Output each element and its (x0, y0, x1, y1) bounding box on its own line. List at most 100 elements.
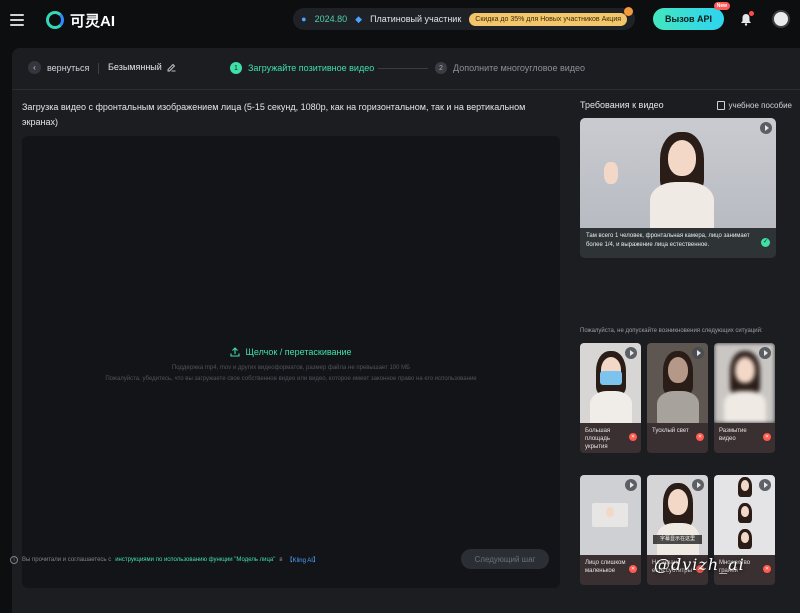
notification-dot (749, 11, 754, 16)
step-1: 1 Загружайте позитивное видео (230, 62, 374, 74)
member-level: Платиновый участник (370, 14, 462, 24)
good-example-image (580, 118, 776, 228)
face-shape (606, 507, 614, 517)
tutorial-link[interactable]: учебное пособие (716, 100, 792, 110)
back-label: вернуться (47, 62, 90, 73)
face-shape (668, 489, 688, 515)
bad-example-image (647, 343, 708, 423)
terms-footer: i Вы прочитали и соглашаетесь с инструкц… (10, 555, 319, 564)
close-icon: ✕ (629, 433, 637, 441)
upload-icon (230, 347, 240, 357)
step-connector (378, 68, 428, 69)
good-example-card: Там всего 1 человек, фронтальная камера,… (580, 118, 776, 258)
close-icon: ✕ (763, 433, 771, 441)
face-shape (741, 532, 749, 543)
step-1-label: Загружайте позитивное видео (248, 63, 375, 73)
avoid-title: Пожалуйста, не допускайте возникновения … (580, 328, 763, 334)
logo-text: 可灵AI (70, 12, 116, 30)
terms-prefix: Вы прочитали и соглашаетесь с (22, 556, 112, 563)
bad-example-image (580, 343, 641, 423)
upload-hint-line-2: Пожалуйста, убедитесь, что вы загружаете… (105, 376, 477, 382)
requirements-section: Требования к видео учебное пособие Там в… (580, 100, 792, 585)
waving-hand-shape (604, 162, 618, 184)
bad-example-card: Тусклый свет ✕ (647, 343, 708, 453)
logo[interactable]: 可灵AI (46, 10, 115, 31)
main-panel: ‹ вернуться Безымянный 1 Загружайте пози… (12, 48, 800, 613)
bad-examples-grid: Большая площадь укрытия ✕ Тусклый свет ✕ (580, 343, 780, 585)
close-icon: ✕ (629, 565, 637, 573)
diamond-icon: ◆ (355, 13, 363, 24)
step-2: 2 Дополните многоугловое видео (435, 62, 585, 74)
step-2-label: Дополните многоугловое видео (453, 63, 586, 73)
bad-example-label: Тусклый свет (652, 428, 689, 434)
play-icon[interactable] (625, 347, 637, 359)
upload-cta[interactable]: Щелчок / перетаскивание (230, 347, 352, 357)
logo-mark-icon (46, 11, 64, 29)
bad-example-caption: Тусклый свет ✕ (647, 423, 708, 453)
bad-example-image (714, 475, 775, 555)
upload-section: Загрузка видео с фронтальным изображение… (22, 100, 562, 588)
face-shape (668, 357, 688, 383)
notification-bell-icon[interactable] (736, 9, 756, 29)
shirt-shape (650, 182, 714, 228)
upload-description: Загрузка видео с фронтальным изображение… (22, 102, 526, 127)
play-icon[interactable] (625, 479, 637, 491)
terms-middle: в (279, 556, 283, 563)
api-button-label: Вызов API (665, 14, 712, 24)
upload-hint: Поддержка mp4, mov и других видеоформато… (105, 363, 476, 385)
good-example-text: Там всего 1 человек, фронтальная камера,… (586, 233, 750, 248)
bad-example-label: Большая площадь укрытия (585, 428, 611, 450)
bad-example-image (580, 475, 641, 555)
top-right-controls: ● 2024.80 ◆ Платиновый участник Скидка д… (293, 2, 790, 30)
top-bar: 可灵AI ● 2024.80 ◆ Платиновый участник Ски… (0, 0, 800, 40)
shirt-shape (657, 391, 699, 423)
face-shape (741, 480, 749, 491)
info-icon: i (10, 555, 18, 564)
play-icon[interactable] (760, 122, 772, 134)
bad-example-card: Лицо слишком маленькое ✕ (580, 475, 641, 585)
credits-points: 2024.80 (314, 14, 348, 24)
play-icon[interactable] (759, 347, 771, 359)
avatar[interactable] (772, 10, 790, 28)
project-title[interactable]: Безымянный (108, 62, 176, 72)
promo-badge[interactable]: Скидка до 35% для Новых участников Акция (469, 6, 633, 26)
step-1-number: 1 (230, 62, 242, 74)
play-icon[interactable] (759, 479, 771, 491)
bad-example-caption: Лицо слишком маленькое ✕ (580, 555, 641, 585)
divider (98, 63, 99, 74)
project-title-text: Безымянный (108, 62, 162, 72)
close-icon: ✕ (763, 565, 771, 573)
upload-cta-label: Щелчок / перетаскивание (245, 347, 352, 357)
play-icon[interactable] (692, 479, 704, 491)
requirements-header: Требования к видео учебное пособие (580, 100, 792, 110)
terms-link[interactable]: инструкциями по использованию функции "М… (115, 557, 275, 563)
face-shape (741, 506, 749, 517)
menu-icon[interactable] (10, 14, 24, 26)
step-2-number: 2 (435, 62, 447, 74)
back-button[interactable]: ‹ вернуться (28, 61, 89, 74)
tutorial-label: учебное пособие (728, 100, 792, 110)
chevron-left-icon: ‹ (28, 61, 41, 74)
play-icon[interactable] (692, 347, 704, 359)
bad-example-label: Лицо слишком маленькое (585, 560, 626, 574)
requirements-title: Требования к видео (580, 100, 664, 110)
upload-dropzone[interactable]: Щелчок / перетаскивание Поддержка mp4, m… (22, 136, 560, 588)
good-example-caption: Там всего 1 человек, фронтальная камера,… (580, 228, 776, 258)
api-button[interactable]: Вызов API New (653, 2, 730, 30)
check-icon: ✓ (761, 238, 770, 247)
bad-example-caption: Большая площадь укрытия ✕ (580, 423, 641, 453)
credits-pill[interactable]: ● 2024.80 ◆ Платиновый участник Скидка д… (293, 6, 636, 30)
watermark: @dvizh_ai (654, 555, 745, 574)
mask-shape (600, 371, 622, 385)
close-icon: ✕ (696, 433, 704, 441)
face-shape (735, 357, 755, 383)
shirt-shape (590, 391, 632, 423)
next-step-button[interactable]: Следующий шаг (461, 549, 549, 569)
edit-icon[interactable] (167, 63, 176, 72)
upload-hint-line-1: Поддержка mp4, mov и других видеоформато… (171, 365, 411, 371)
subtitle-bar: 字幕显示在这里 (653, 535, 702, 544)
face-shape (668, 140, 696, 176)
bad-example-label: Размытие видео (719, 428, 747, 442)
bad-example-card: Размытие видео ✕ (714, 343, 775, 453)
kling-link[interactable]: 【Kling AI】 (287, 555, 319, 564)
